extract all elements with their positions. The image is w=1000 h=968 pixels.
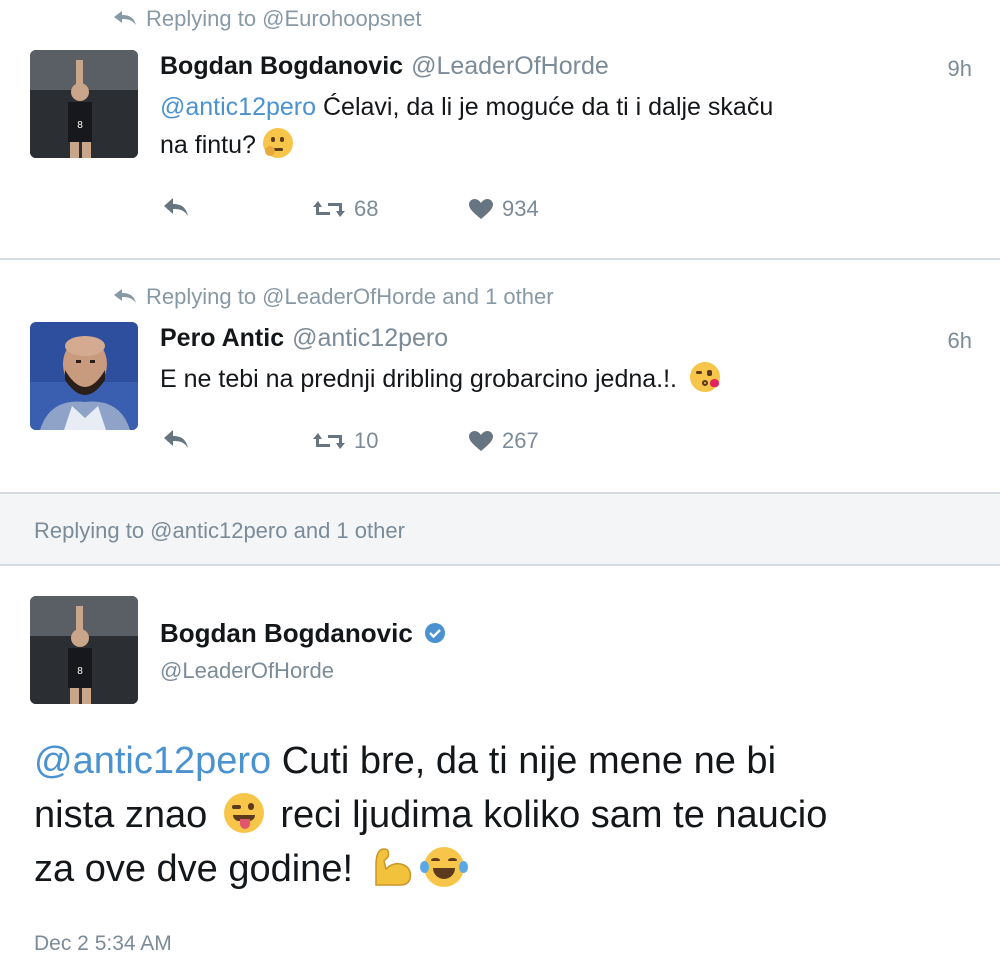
mention-link[interactable]: @antic12pero — [34, 740, 271, 782]
svg-text:8: 8 — [77, 666, 83, 677]
author-name[interactable]: Pero Antic @antic12pero — [160, 324, 448, 353]
verified-badge-icon — [425, 623, 446, 643]
reply-arrow-icon — [114, 11, 136, 25]
tweet-text: @antic12pero Ćelavi, da li je moguće da … — [160, 93, 774, 159]
retweet-button[interactable]: 68 — [312, 196, 378, 222]
tweet-1[interactable]: Replying to @Eurohoopsnet 8 Bogdan Bogda… — [0, 0, 1000, 258]
player-photo-icon: 8 — [30, 50, 138, 158]
tweet-actions: 10 267 — [160, 428, 660, 458]
retweet-icon — [313, 201, 345, 217]
heart-icon — [469, 431, 493, 451]
tweet-actions: 68 934 — [160, 196, 660, 226]
reply-arrow-icon — [114, 289, 136, 303]
player-photo-icon — [30, 322, 138, 430]
winking-face-with-tongue-icon — [223, 793, 264, 833]
retweet-button[interactable]: 10 — [312, 428, 378, 454]
author-handle[interactable]: @antic12pero — [292, 324, 448, 352]
avatar[interactable] — [30, 322, 138, 430]
tweet-time[interactable]: 9h — [948, 56, 972, 82]
reply-context[interactable]: Replying to @Eurohoopsnet — [112, 6, 422, 32]
reply-icon — [164, 198, 188, 216]
flexed-biceps-icon — [374, 848, 411, 886]
tweet-2[interactable]: Replying to @LeaderOfHorde and 1 other P… — [0, 260, 1000, 492]
player-photo-icon: 8 — [30, 596, 138, 704]
like-button[interactable]: 934 — [468, 196, 539, 222]
reply-context-band: Replying to @antic12pero and 1 other — [0, 494, 1000, 564]
face-with-tears-of-joy-icon — [420, 847, 469, 887]
author-name[interactable]: Bogdan Bogdanovic — [160, 618, 446, 649]
like-button[interactable]: 267 — [468, 428, 539, 454]
reply-icon — [164, 430, 188, 448]
heart-icon — [469, 199, 493, 219]
svg-text:8: 8 — [77, 120, 83, 131]
avatar[interactable]: 8 — [30, 50, 138, 158]
author-name[interactable]: Bogdan Bogdanovic @LeaderOfHorde — [160, 52, 609, 81]
avatar[interactable]: 8 — [30, 596, 138, 704]
reply-context[interactable]: Replying to @LeaderOfHorde and 1 other — [112, 284, 554, 310]
tweet-time[interactable]: 6h — [948, 328, 972, 354]
tweet-text: E ne tebi na prednji dribling grobarcino… — [160, 360, 960, 398]
author-handle[interactable]: @LeaderOfHorde — [160, 658, 334, 684]
tweet-3-detail[interactable]: 8 Bogdan Bogdanovic @LeaderOfHorde @anti… — [0, 566, 1000, 968]
mention-link[interactable]: @antic12pero — [160, 93, 316, 121]
tweet-timestamp[interactable]: Dec 2 5:34 AM — [34, 932, 172, 956]
face-blowing-kiss-icon — [689, 362, 720, 392]
author-handle[interactable]: @LeaderOfHorde — [411, 52, 609, 80]
reply-button[interactable] — [162, 428, 190, 450]
retweet-icon — [313, 433, 345, 449]
reply-context[interactable]: Replying to @antic12pero and 1 other — [34, 518, 405, 544]
reply-button[interactable] — [162, 196, 190, 218]
tweet-text: @antic12pero Cuti bre, da ti nije mene n… — [34, 740, 828, 890]
thinking-face-icon — [262, 128, 293, 158]
